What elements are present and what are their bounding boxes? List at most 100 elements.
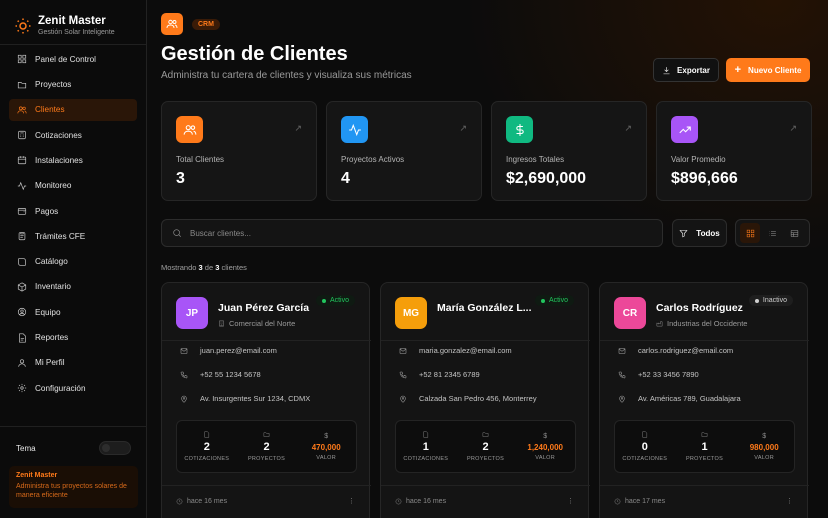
last-activity: hace 16 mes bbox=[176, 498, 227, 505]
building-icon bbox=[219, 320, 224, 327]
status-badge: Inactivo bbox=[748, 295, 793, 306]
client-phone-text: +52 81 2345 6789 bbox=[419, 370, 480, 379]
divider bbox=[381, 340, 590, 341]
grid-view-button[interactable] bbox=[740, 223, 761, 243]
more-options-icon[interactable]: ⋮ bbox=[348, 497, 355, 505]
phone-icon bbox=[618, 371, 626, 378]
document-icon bbox=[423, 431, 429, 438]
phone-icon bbox=[399, 371, 407, 378]
stat-icon-tile bbox=[341, 116, 368, 143]
sidebar-item-reportes[interactable]: Reportes bbox=[9, 326, 137, 349]
search-bar[interactable] bbox=[161, 219, 663, 247]
activity-icon bbox=[17, 181, 27, 191]
sidebar-item-catalogo[interactable]: Catálogo bbox=[9, 250, 137, 273]
client-card[interactable]: CR Carlos Rodríguez Industrias del Occid… bbox=[599, 282, 809, 518]
avatar: MG bbox=[395, 297, 427, 329]
sidebar-item-label: Instalaciones bbox=[35, 155, 83, 165]
metric-projects: 2 PROYECTOS bbox=[237, 421, 297, 472]
stat-card-ingresos-totales[interactable]: ↗ Ingresos Totales $2,690,000 bbox=[491, 101, 647, 201]
more-options-icon[interactable]: ⋮ bbox=[567, 497, 574, 505]
metric-label: COTIZACIONES bbox=[622, 456, 668, 462]
view-switcher bbox=[735, 219, 810, 247]
sidebar-item-inventario[interactable]: Inventario bbox=[9, 276, 137, 299]
new-client-button[interactable]: + Nuevo Cliente bbox=[726, 58, 810, 82]
sidebar-item-clientes[interactable]: Clientes bbox=[9, 98, 137, 122]
metric-value: 2 bbox=[203, 441, 210, 453]
list-view-button[interactable] bbox=[762, 223, 782, 243]
divider bbox=[162, 340, 371, 341]
brand[interactable]: Zenit Master Gestión Solar Inteligente bbox=[0, 0, 146, 42]
metric-label: COTIZACIONES bbox=[184, 456, 230, 462]
sidebar-item-monitoreo[interactable]: Monitoreo bbox=[9, 174, 137, 197]
stat-card-total-clientes[interactable]: ↗ Total Clientes 3 bbox=[161, 101, 317, 201]
theme-label: Tema bbox=[16, 443, 36, 453]
phone-icon bbox=[180, 371, 188, 378]
client-address: Av. Américas 789, Guadalajara bbox=[618, 394, 741, 403]
clock-icon bbox=[395, 498, 402, 504]
results-middle: de bbox=[204, 263, 214, 272]
metric-label: VALOR bbox=[535, 454, 556, 461]
client-email[interactable]: carlos.rodriguez@email.com bbox=[618, 346, 733, 355]
main-content: CRM Gestión de Clientes Administra tu ca… bbox=[147, 0, 828, 518]
theme-toggle[interactable] bbox=[99, 441, 131, 455]
sidebar-item-label: Inventario bbox=[35, 282, 71, 292]
client-metrics: 1 COTIZACIONES 2 PROYECTOS $1,240,000 VALOR bbox=[395, 420, 576, 473]
stat-value: 4 bbox=[341, 170, 350, 187]
new-client-label: Nuevo Cliente bbox=[748, 65, 802, 75]
arrow-up-right-icon: ↗ bbox=[294, 123, 302, 133]
results-count-value: 3 bbox=[198, 263, 203, 272]
grid-icon bbox=[17, 55, 27, 64]
promo-title: Zenit Master bbox=[16, 472, 58, 479]
metric-value: 0 bbox=[641, 441, 648, 453]
client-phone[interactable]: +52 33 3456 7890 bbox=[618, 370, 699, 379]
status-dot bbox=[754, 298, 759, 303]
client-address-text: Av. Insurgentes Sur 1234, CDMX bbox=[200, 394, 311, 403]
sidebar-item-panel-de-control[interactable]: Panel de Control bbox=[9, 48, 137, 71]
client-phone[interactable]: +52 81 2345 6789 bbox=[399, 370, 480, 379]
status-dot bbox=[540, 298, 545, 303]
client-phone[interactable]: +52 55 1234 5678 bbox=[180, 370, 261, 379]
sidebar-item-pagos[interactable]: Pagos bbox=[9, 200, 137, 223]
folder-icon bbox=[701, 432, 708, 437]
sidebar-item-instalaciones[interactable]: Instalaciones bbox=[9, 149, 137, 172]
more-options-icon[interactable]: ⋮ bbox=[786, 497, 793, 505]
sidebar-item-equipo[interactable]: Equipo bbox=[9, 301, 137, 324]
client-metrics: 2 COTIZACIONES 2 PROYECTOS $470,000 VALOR bbox=[176, 420, 357, 473]
calendar-icon bbox=[17, 156, 27, 165]
stat-value: $896,666 bbox=[671, 170, 738, 187]
client-email[interactable]: maria.gonzalez@email.com bbox=[399, 346, 512, 355]
stat-icon-tile bbox=[176, 116, 203, 143]
sidebar-item-configuracion[interactable]: Configuración bbox=[9, 377, 137, 400]
stat-card-proyectos-activos[interactable]: ↗ Proyectos Activos 4 bbox=[326, 101, 482, 201]
client-cards: JP Juan Pérez García Comercial del Norte… bbox=[161, 282, 809, 518]
metric-value: 1 bbox=[422, 441, 429, 453]
sidebar-item-cotizaciones[interactable]: Cotizaciones bbox=[9, 124, 137, 147]
export-button[interactable]: Exportar bbox=[653, 58, 719, 82]
client-card[interactable]: MG María González L... Activo maria.gonz… bbox=[380, 282, 590, 518]
arrow-up-right-icon: ↗ bbox=[624, 123, 632, 133]
search-input[interactable] bbox=[190, 228, 490, 238]
table-view-button[interactable] bbox=[785, 223, 805, 243]
metric-value: 1 bbox=[701, 441, 708, 453]
metric-label: PROYECTOS bbox=[685, 456, 724, 462]
client-email[interactable]: juan.perez@email.com bbox=[180, 346, 277, 355]
search-icon bbox=[173, 229, 181, 237]
metric-value-amount: 1,240,000 bbox=[527, 442, 563, 452]
results-prefix: Mostrando bbox=[161, 263, 197, 272]
sidebar-item-proyectos[interactable]: Proyectos bbox=[9, 73, 137, 96]
filter-label: Todos bbox=[696, 228, 720, 238]
metric-label: COTIZACIONES bbox=[403, 456, 449, 462]
sidebar-item-tramites-cfe[interactable]: Trámites CFE bbox=[9, 225, 137, 248]
filter-button[interactable]: Todos bbox=[672, 219, 727, 247]
client-card[interactable]: JP Juan Pérez García Comercial del Norte… bbox=[161, 282, 371, 518]
stat-icon-tile bbox=[506, 116, 533, 143]
stats-row: ↗ Total Clientes 3 ↗ Proyectos Activos 4… bbox=[161, 101, 812, 201]
metric-value: 2 bbox=[263, 441, 270, 453]
stat-card-valor-promedio[interactable]: ↗ Valor Promedio $896,666 bbox=[656, 101, 812, 201]
metric-projects: 1 PROYECTOS bbox=[675, 421, 735, 472]
metric-quotes: 0 COTIZACIONES bbox=[615, 421, 675, 472]
client-address-text: Calzada San Pedro 456, Monterrey bbox=[419, 394, 537, 403]
document-icon bbox=[642, 431, 648, 438]
client-phone-text: +52 33 3456 7890 bbox=[638, 370, 699, 379]
sidebar-item-mi-perfil[interactable]: Mi Perfil bbox=[9, 352, 137, 375]
